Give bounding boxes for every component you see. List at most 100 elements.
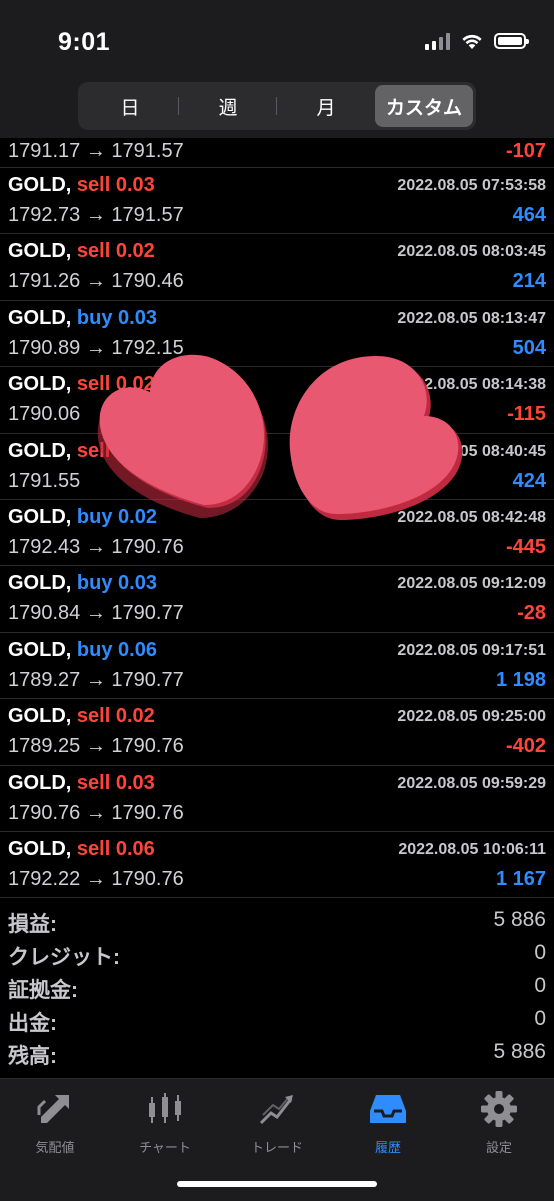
battery-icon	[494, 33, 529, 49]
trade-row[interactable]: GOLD, buy 0.02 2022.08.05 08:42:48 1792.43…	[0, 500, 554, 567]
history-inbox-icon	[370, 1095, 406, 1123]
period-segmented-control: 日 週 月 カスタム	[78, 82, 476, 130]
trade-volume: 0.03	[115, 174, 155, 196]
segment-custom[interactable]: カスタム	[375, 85, 473, 127]
header: 日 週 月 カスタム	[0, 82, 554, 138]
trade-date: 2022.08.05 09:12:09	[397, 575, 546, 593]
trade-title: GOLD, sell 0.02	[8, 373, 155, 396]
trade-profit: -107	[505, 140, 546, 162]
tab-trade[interactable]: トレード	[227, 1089, 327, 1156]
trade-side: buy	[76, 638, 113, 661]
trade-profit: 504	[512, 336, 546, 359]
trade-side-volume: buy 0.06	[77, 639, 157, 661]
trade-volume: 0.03	[115, 771, 155, 794]
trade-side-volume: sell 0.03	[77, 174, 155, 196]
trade-side-volume: sell 0.03	[77, 772, 155, 794]
trade-prices: 1789.25 → 1790.76	[8, 735, 184, 758]
trade-side-volume: buy 0.03	[77, 307, 157, 329]
trade-side-volume: sell 0.06	[77, 838, 155, 860]
trade-row[interactable]: GOLD, sell 0.06 2022.08.05 10:06:11 1792.2…	[0, 832, 554, 899]
trade-prices: 1790.76 → 1790.76	[8, 801, 184, 824]
trade-volume: 0.02	[115, 705, 155, 728]
trade-symbol: GOLD,	[8, 174, 72, 196]
trade-symbol: GOLD,	[8, 505, 72, 528]
trade-side: sell	[76, 771, 111, 794]
trade-profit: -28	[517, 602, 546, 625]
summary-row: 証拠金: 0	[0, 970, 554, 1003]
trade-prices: 1792.43 → 1790.76	[8, 535, 184, 558]
trade-symbol: GOLD,	[8, 439, 72, 462]
account-summary: 損益: 5 886 クレジット: 0 証拠金: 0 出金: 0 残高: 5 886	[0, 904, 554, 1069]
trade-prices: 1791.17 → 1791.57	[8, 140, 184, 162]
trade-date: 2022.08.05 09:17:51	[397, 641, 546, 659]
trade-side: sell	[76, 705, 111, 728]
trade-date: 2022.08.05 08:13:47	[397, 309, 546, 327]
segment-day[interactable]: 日	[81, 85, 179, 127]
wifi-icon	[462, 34, 482, 49]
trade-prices: 1790.06	[8, 403, 81, 426]
summary-label: クレジット:	[8, 946, 120, 969]
trade-symbol: GOLD,	[8, 306, 72, 329]
trade-row[interactable]: GOLD, sell 0.03 2022.08.05 09:59:29 1790.7…	[0, 766, 554, 832]
trade-profit: 424	[512, 469, 546, 492]
trade-side: buy	[76, 572, 113, 595]
trade-profit: -115	[507, 403, 546, 426]
trade-row[interactable]: GOLD, sell 0.02 2022.08.05 09:25:00 1789.2…	[0, 699, 554, 766]
trade-prices: 1790.89 → 1792.15	[8, 336, 184, 359]
trade-row[interactable]: GOLD, buy 0.06 2022.08.05 09:17:51 1789.27…	[0, 633, 554, 700]
trade-row[interactable]: GOLD, buy 0.03 2022.08.05 08:13:47 1790.89…	[0, 301, 554, 368]
summary-row: 出金: 0	[0, 1003, 554, 1036]
candlestick-chart-icon	[149, 1093, 181, 1123]
trade-title: GOLD, sell	[8, 440, 110, 463]
trade-date: 2022.08.05 10:06:11	[398, 840, 546, 858]
gear-icon	[481, 1091, 517, 1127]
trade-title: GOLD, sell 0.06	[8, 838, 155, 861]
trade-side: buy	[76, 505, 113, 528]
trade-side: buy	[76, 306, 113, 329]
status-icons	[425, 32, 529, 50]
trade-prices: 1792.73 → 1791.57	[8, 204, 184, 226]
trade-symbol: GOLD,	[8, 705, 72, 728]
trade-prices: 1791.55	[8, 469, 81, 492]
summary-label: 出金:	[8, 1012, 57, 1035]
trade-date: 2022.08.05 09:59:29	[397, 774, 546, 792]
trade-profit: 1 167	[495, 867, 546, 890]
trade-row[interactable]: GOLD, buy 0.03 2022.08.05 09:12:09 1790.84…	[0, 566, 554, 633]
segment-week[interactable]: 週	[179, 85, 277, 127]
trade-symbol: GOLD,	[8, 771, 72, 794]
trade-row[interactable]: GOLD, sell 0.03 2022.08.05 07:53:58 1792.7…	[0, 168, 554, 235]
summary-value: 0	[534, 1007, 546, 1030]
trade-profit: -445	[505, 535, 546, 558]
trade-row[interactable]: GOLD, sell 0.02 2022.08.05 08:14:38 1790.0…	[0, 367, 554, 434]
quotes-arrows-icon	[37, 1095, 69, 1123]
trade-symbol: GOLD,	[8, 837, 72, 860]
trade-date: 2022.08.05 08:42:48	[397, 508, 546, 526]
trade-row[interactable]: GOLD, sell 05 08:40:45 1791.55 424	[0, 434, 554, 500]
trade-profit: 1 198	[495, 668, 546, 691]
trade-symbol: GOLD,	[8, 373, 72, 396]
tab-history[interactable]: 履歴	[338, 1089, 438, 1156]
trade-side-volume: sell 0.02	[77, 705, 155, 727]
trade-title: GOLD, buy 0.06	[8, 639, 157, 662]
trade-side-volume: buy 0.02	[77, 506, 157, 528]
trade-symbol: GOLD,	[8, 638, 72, 661]
trade-side: sell	[76, 837, 111, 860]
trade-title: GOLD, sell 0.03	[8, 772, 155, 795]
trade-date: 2022.08.05 09:25:00	[397, 708, 546, 726]
trade-prices: 1789.27 → 1790.77	[8, 668, 184, 691]
trade-row-partial[interactable]: 1791.17 → 1791.57 -107	[0, 138, 554, 168]
tab-quotes[interactable]: 気配値	[5, 1089, 105, 1156]
status-bar: 9:01	[0, 0, 554, 82]
trade-title: GOLD, buy 0.03	[8, 572, 157, 595]
summary-row: 損益: 5 886	[0, 904, 554, 937]
trade-row[interactable]: GOLD, sell 0.02 2022.08.05 08:03:45 1791.2…	[0, 234, 554, 301]
trade-symbol: GOLD,	[8, 572, 72, 595]
trade-side-volume: sell 0.02	[77, 373, 155, 395]
trade-date: 05 08:40:45	[459, 442, 546, 460]
trade-side: sell	[76, 240, 111, 263]
trade-prices: 1790.84 → 1790.77	[8, 602, 184, 625]
segment-month[interactable]: 月	[277, 85, 375, 127]
tab-settings[interactable]: 設定	[449, 1089, 549, 1156]
tab-chart[interactable]: チャート	[115, 1089, 215, 1156]
summary-label: 証拠金:	[8, 979, 78, 1002]
